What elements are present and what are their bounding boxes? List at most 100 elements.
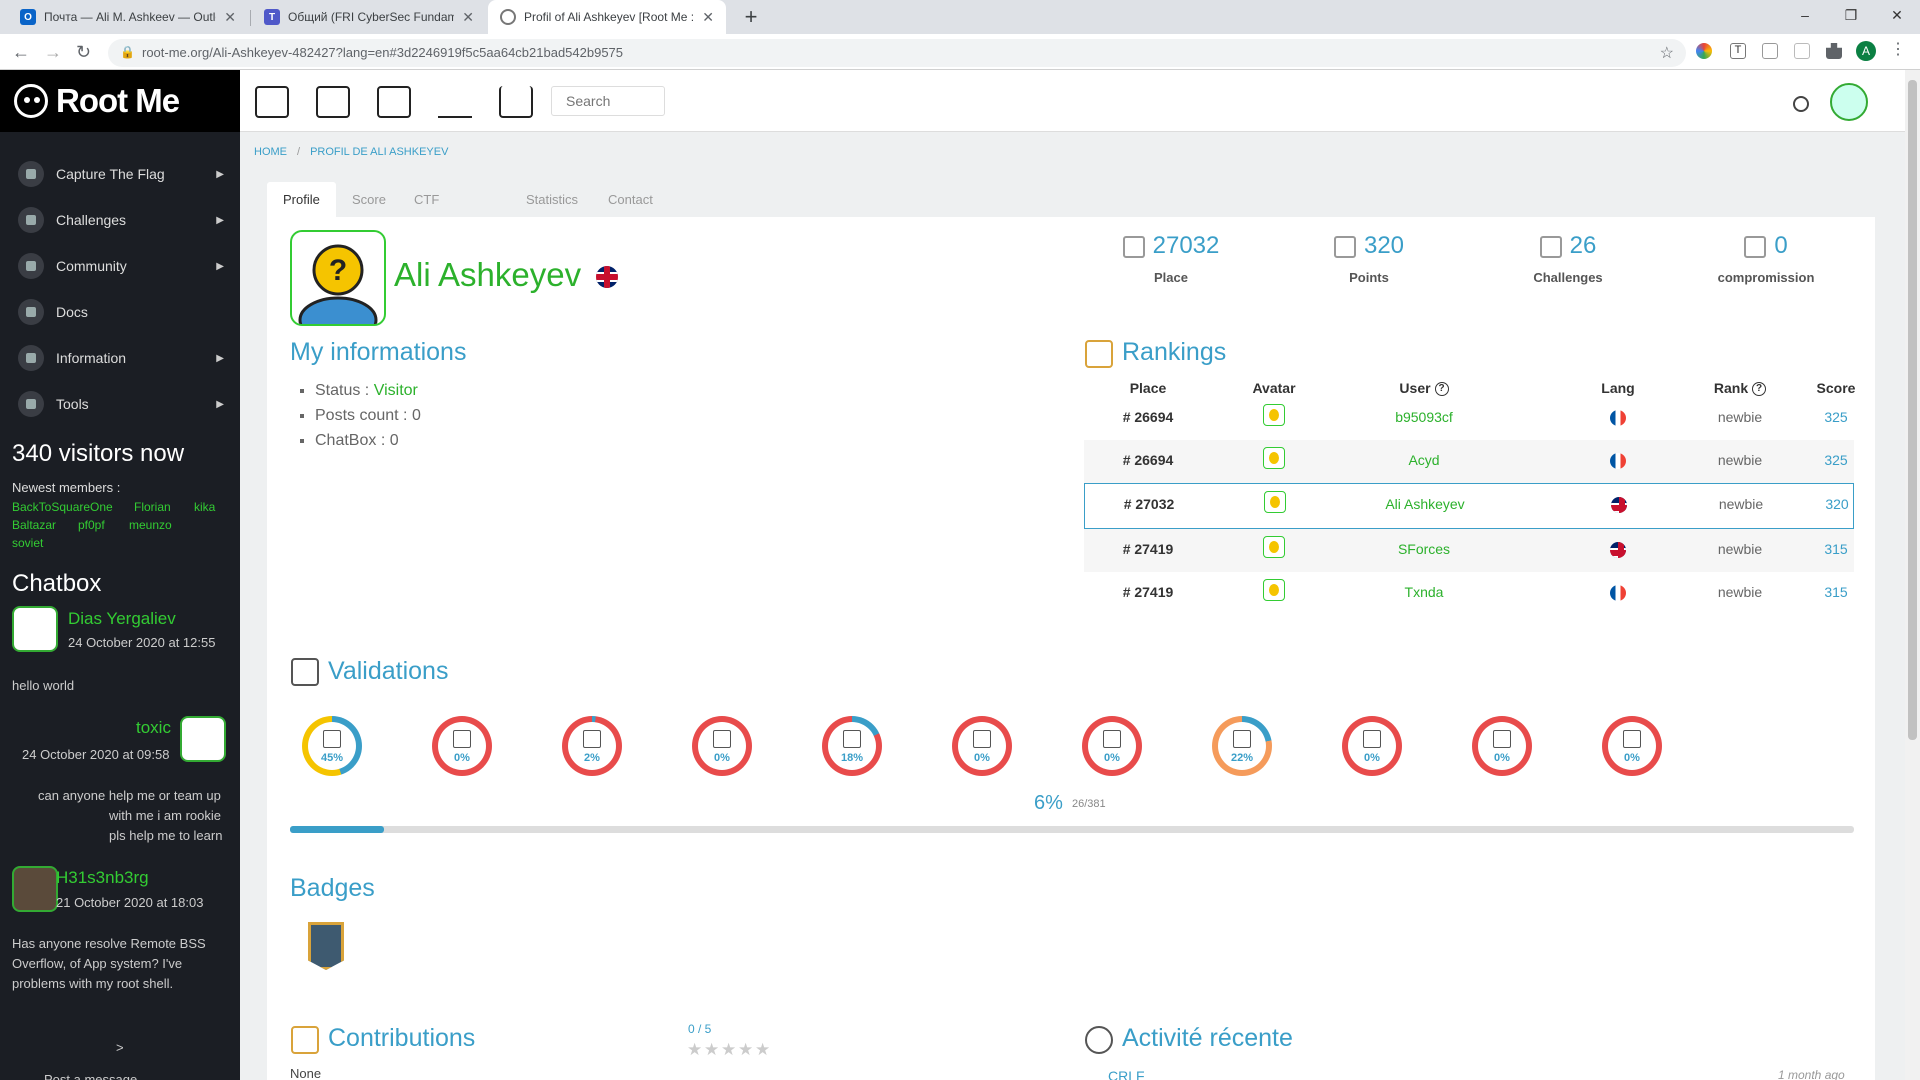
globe-icon[interactable] [1793, 96, 1809, 112]
table-row[interactable]: # 27419 Txnda newbie 315 [1084, 572, 1854, 615]
browser-tab-outlook[interactable]: O Почта — Ali M. Ashkeev — Outlo ✕ [8, 0, 248, 34]
member-link[interactable]: kika [194, 500, 215, 514]
chat-author[interactable]: toxic [136, 718, 171, 738]
url-text[interactable]: root-me.org/Ali-Ashkeyev-482427?lang=en#… [142, 45, 623, 60]
tab-contact[interactable]: Contact [592, 182, 669, 217]
star-icon[interactable]: ☆ [1660, 43, 1674, 63]
close-tab-icon[interactable]: ✕ [224, 9, 236, 26]
web-client-badge-icon[interactable] [308, 922, 344, 970]
table-row[interactable]: # 27419 SForces newbie 315 [1084, 529, 1854, 572]
ranking-avatar[interactable] [1234, 579, 1314, 606]
validation-category-circle[interactable]: 0% [692, 716, 752, 776]
sidebar-item-docs[interactable]: Docs [0, 290, 240, 334]
printer-icon[interactable] [377, 86, 411, 118]
tab-ctf-all-the-day[interactable]: CTF all the day [398, 182, 455, 312]
validation-category-circle[interactable]: 0% [1342, 716, 1402, 776]
chat-author[interactable]: H31s3nb3rg [56, 868, 149, 888]
challenges-icon[interactable] [316, 86, 350, 118]
tab-statistics[interactable]: Statistics [510, 182, 594, 217]
browser-tab-rootme[interactable]: Profil of Ali Ashkeyev [Root Me : ✕ [488, 0, 726, 34]
chat-author[interactable]: Dias Yergaliev [68, 609, 176, 629]
table-row[interactable]: # 26694 b95093cf newbie 325 [1084, 397, 1854, 440]
breadcrumb-current[interactable]: Profil de Ali Ashkeyev [310, 146, 448, 158]
ranking-avatar[interactable] [1234, 404, 1314, 431]
user-avatar[interactable] [1830, 83, 1868, 121]
member-link[interactable]: pf0pf [78, 518, 105, 532]
sidebar-item-ctf[interactable]: Capture The Flag ▶ [0, 152, 240, 196]
color-picker-extension-icon[interactable] [1696, 43, 1712, 59]
table-row-current-user[interactable]: # 27032 Ali Ashkeyev newbie 320 [1084, 483, 1854, 529]
validation-category-circle[interactable]: 22% [1212, 716, 1272, 776]
breadcrumb-home[interactable]: Home [254, 146, 287, 158]
stat-label: Place [1154, 270, 1188, 285]
validation-category-circle[interactable]: 0% [952, 716, 1012, 776]
member-link[interactable]: meunzo [129, 518, 172, 532]
stat-value: 27032 [1152, 232, 1220, 259]
browser-tab-teams[interactable]: T Общий (FRI CyberSec Fundamen ✕ [252, 0, 486, 34]
forward-icon[interactable]: → [44, 42, 62, 63]
new-tab-button[interactable]: + [738, 4, 764, 30]
back-icon[interactable]: ← [12, 42, 30, 63]
ranking-user[interactable]: b95093cf [1324, 409, 1524, 425]
extensions-puzzle-icon[interactable] [1826, 43, 1842, 59]
circle-inner: 0% [1088, 722, 1136, 770]
site-logo[interactable]: Root Me [0, 70, 240, 132]
ctf-icon[interactable] [255, 86, 289, 118]
validation-category-circle[interactable]: 2% [562, 716, 622, 776]
table-row[interactable]: # 26694 Acyd newbie 325 [1084, 440, 1854, 483]
sidebar-item-challenges[interactable]: Challenges ▶ [0, 198, 240, 242]
text-extension-icon[interactable]: T [1730, 43, 1746, 59]
ranking-user[interactable]: SForces [1324, 541, 1524, 557]
uk-flag-icon [596, 266, 619, 289]
close-tab-icon[interactable]: ✕ [702, 9, 714, 26]
help-icon[interactable]: ? [1752, 382, 1767, 397]
validation-category-circle[interactable]: 0% [432, 716, 492, 776]
tab-score[interactable]: Score [336, 182, 402, 217]
member-link[interactable]: Florian [134, 500, 171, 514]
newest-members-label: Newest members : [12, 480, 121, 495]
validation-category-circle[interactable]: 18% [822, 716, 882, 776]
stat-label: Points [1349, 270, 1389, 285]
reload-icon[interactable]: ↻ [76, 42, 91, 63]
recent-activity-item[interactable]: CRLF [1108, 1068, 1145, 1080]
member-link[interactable]: soviet [12, 536, 43, 550]
ranking-avatar[interactable] [1234, 447, 1314, 474]
sidebar-item-community[interactable]: Community ▶ [0, 244, 240, 288]
page-extension-icon[interactable] [1794, 43, 1810, 59]
validation-category-circle[interactable]: 0% [1602, 716, 1662, 776]
ranking-user[interactable]: Ali Ashkeyev [1325, 496, 1525, 512]
lock-icon[interactable]: 🔒 [120, 45, 135, 59]
sidebar-item-tools[interactable]: Tools ▶ [0, 382, 240, 426]
chat-toggle[interactable]: > [116, 1038, 124, 1058]
profile-avatar[interactable]: A [1856, 41, 1876, 61]
copy-extension-icon[interactable] [1762, 43, 1778, 59]
search-input[interactable] [551, 86, 665, 116]
validation-category-circle[interactable]: 45% [302, 716, 362, 776]
maximize-button[interactable]: ❐ [1828, 0, 1874, 30]
validation-category-circle[interactable]: 0% [1082, 716, 1142, 776]
close-tab-icon[interactable]: ✕ [462, 9, 474, 26]
page-scrollbar[interactable] [1905, 70, 1920, 1080]
cart-icon[interactable] [499, 86, 533, 118]
ranking-user[interactable]: Txnda [1324, 584, 1524, 600]
minimize-button[interactable]: – [1782, 0, 1828, 30]
scrollbar-thumb[interactable] [1908, 80, 1917, 740]
chat-avatar[interactable] [12, 606, 58, 652]
ranking-user[interactable]: Acyd [1324, 452, 1524, 468]
chat-avatar[interactable] [180, 716, 226, 762]
tab-profile[interactable]: Profile [267, 182, 336, 217]
validation-category-circle[interactable]: 0% [1472, 716, 1532, 776]
help-icon[interactable]: ? [1434, 382, 1449, 397]
menu-kebab-icon[interactable]: ⋮ [1890, 42, 1906, 59]
radar-icon[interactable] [438, 86, 472, 118]
close-window-button[interactable]: ✕ [1874, 0, 1920, 30]
post-message-link[interactable]: Post a message [44, 1070, 137, 1080]
ranking-avatar[interactable] [1234, 536, 1314, 563]
chat-avatar[interactable] [12, 866, 58, 912]
url-box[interactable]: 🔒 root-me.org/Ali-Ashkeyev-482427?lang=e… [108, 39, 1686, 67]
visitors-count: 340 visitors now [12, 440, 185, 467]
sidebar-item-information[interactable]: Information ▶ [0, 336, 240, 380]
member-link[interactable]: BackToSquareOne [12, 500, 113, 514]
member-link[interactable]: Baltazar [12, 518, 56, 532]
ranking-avatar[interactable] [1235, 491, 1315, 518]
